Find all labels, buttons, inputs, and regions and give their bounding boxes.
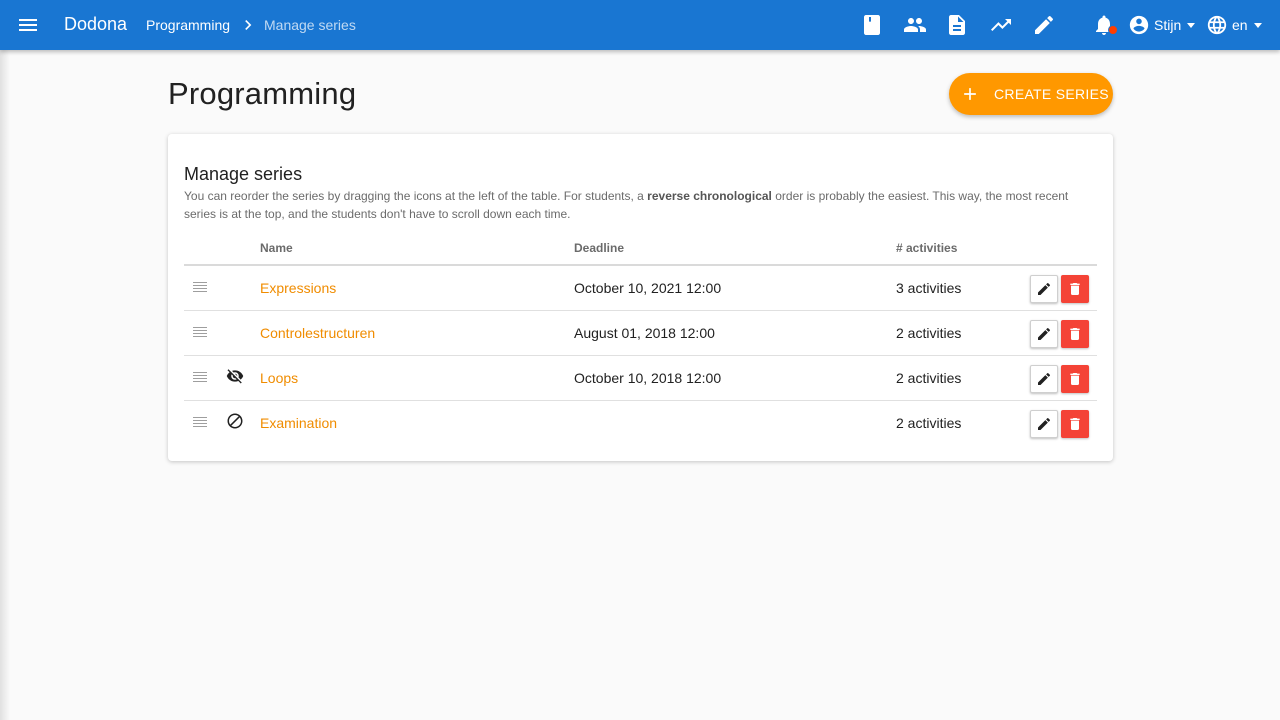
people-icon[interactable]	[903, 13, 927, 37]
edit-series-button[interactable]	[1030, 410, 1058, 438]
pencil-icon	[1038, 417, 1051, 430]
create-series-button[interactable]: CREATE SERIES	[949, 73, 1113, 115]
drag-handle-icon[interactable]	[193, 325, 207, 339]
menu-icon[interactable]	[16, 13, 40, 37]
trash-icon	[1070, 373, 1080, 385]
edit-series-button[interactable]	[1030, 365, 1058, 393]
drag-handle-icon[interactable]	[193, 415, 207, 429]
pencil-icon	[1038, 372, 1051, 385]
breadcrumb-course[interactable]: Programming	[146, 17, 230, 33]
card-description: You can reorder the series by dragging t…	[184, 187, 1099, 223]
edit-series-button[interactable]	[1030, 275, 1058, 303]
column-header-deadline[interactable]: Deadline	[574, 241, 624, 255]
series-activity-count: 2 activities	[896, 415, 962, 431]
description-text: You can reorder the series by dragging t…	[184, 189, 648, 203]
account-circle-icon	[1129, 15, 1149, 35]
series-deadline: October 10, 2021 12:00	[574, 280, 722, 296]
pencil-icon[interactable]	[1032, 13, 1056, 37]
drag-handle-icon[interactable]	[193, 280, 207, 294]
manage-series-card: Manage series You can reorder the series…	[168, 134, 1113, 461]
table-row: Expressions October 10, 2021 12:00 3 act…	[184, 266, 1097, 311]
series-name-link[interactable]: Examination	[260, 415, 337, 431]
table-row: Controlestructuren August 01, 2018 12:00…	[184, 311, 1097, 356]
notification-badge	[1108, 25, 1118, 35]
caret-down-icon	[1187, 22, 1196, 28]
description-bold: reverse chronological	[647, 189, 772, 203]
trash-icon	[1070, 328, 1080, 340]
series-activity-count: 2 activities	[896, 370, 962, 386]
delete-series-button[interactable]	[1061, 410, 1089, 438]
card-title: Manage series	[184, 164, 303, 184]
page-edge-shadow	[0, 50, 10, 720]
delete-series-button[interactable]	[1061, 320, 1089, 348]
breadcrumb-current: Manage series	[264, 17, 356, 33]
series-name-link[interactable]: Controlestructuren	[260, 325, 375, 341]
series-deadline: October 10, 2018 12:00	[574, 370, 722, 386]
user-name: Stijn	[1154, 17, 1182, 33]
series-deadline: August 01, 2018 12:00	[574, 325, 715, 341]
chevron-right-icon	[245, 20, 252, 30]
delete-series-button[interactable]	[1061, 365, 1089, 393]
language-code: en	[1232, 17, 1248, 33]
create-series-label: CREATE SERIES	[994, 86, 1109, 102]
plus-icon	[964, 88, 976, 100]
pencil-icon	[1038, 282, 1051, 295]
document-icon[interactable]	[945, 13, 969, 37]
top-app-bar: Dodona Programming Manage series Stijn e…	[0, 0, 1280, 50]
column-header-name[interactable]: Name	[260, 241, 293, 255]
eye-off-icon	[226, 369, 244, 384]
series-activity-count: 3 activities	[896, 280, 962, 296]
trash-icon	[1070, 283, 1080, 295]
pencil-icon	[1038, 327, 1051, 340]
series-name-link[interactable]: Loops	[260, 370, 298, 386]
drag-handle-icon[interactable]	[193, 370, 207, 384]
brand-logo-text[interactable]: Dodona	[64, 14, 127, 35]
caret-down-icon	[1253, 22, 1262, 28]
page-title: Programming	[168, 76, 357, 111]
table-row: Examination 2 activities	[184, 401, 1097, 446]
globe-icon	[1207, 15, 1227, 35]
trash-icon	[1070, 418, 1080, 430]
language-menu[interactable]: en	[1206, 13, 1262, 37]
trending-up-icon[interactable]	[989, 13, 1013, 37]
series-name-link[interactable]: Expressions	[260, 280, 336, 296]
book-icon[interactable]	[860, 13, 884, 37]
table-row: Loops October 10, 2018 12:00 2 activitie…	[184, 356, 1097, 401]
series-activity-count: 2 activities	[896, 325, 962, 341]
user-menu[interactable]: Stijn	[1128, 13, 1196, 37]
block-icon	[227, 413, 243, 429]
delete-series-button[interactable]	[1061, 275, 1089, 303]
column-header-activities[interactable]: # activities	[896, 241, 957, 255]
edit-series-button[interactable]	[1030, 320, 1058, 348]
